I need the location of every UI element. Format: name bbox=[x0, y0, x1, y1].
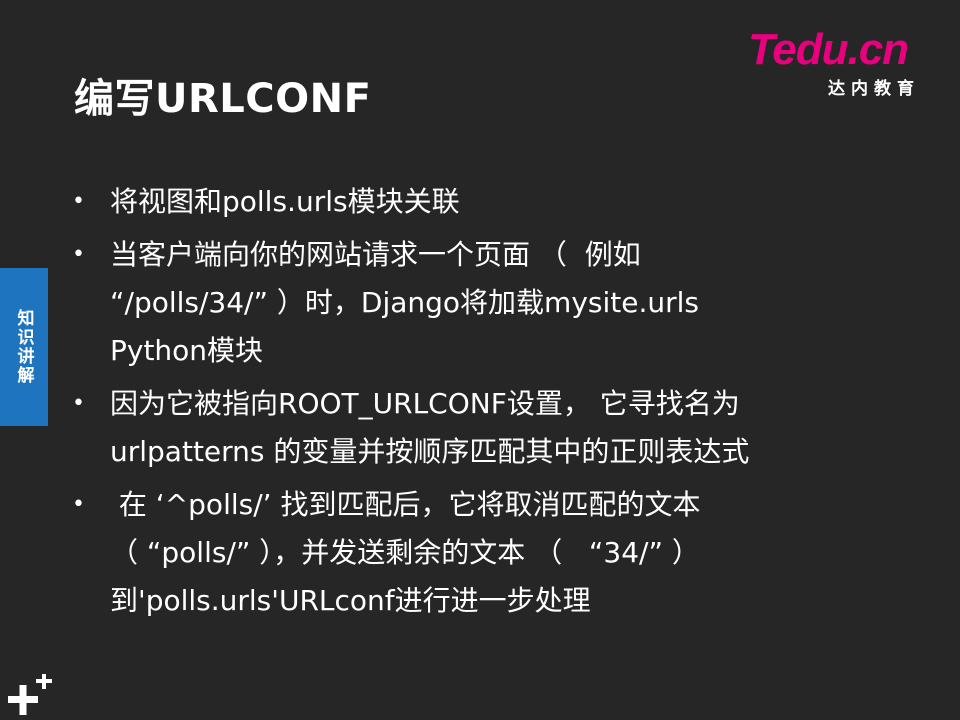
bullet-dot-icon: • bbox=[72, 391, 85, 416]
bullet-item: • 将视图和polls.urls模块关联 bbox=[72, 178, 852, 226]
logo-mark-rest: edu.cn bbox=[772, 25, 909, 74]
bullet-line: 因为它被指向ROOT_URLCONF设置， 它寻找名为 bbox=[110, 387, 740, 420]
logo-subtitle: 达内教育 bbox=[828, 79, 920, 99]
bullet-line: 在 ‘^polls/’ 找到匹配后，它将取消匹配的文本 bbox=[110, 488, 701, 521]
bullet-item: • 当客户端向你的网站请求一个页面 （ 例如 “/polls/34/” ）时，D… bbox=[72, 231, 852, 375]
bullet-line: “/polls/34/” ）时，Django将加载mysite.urls bbox=[110, 286, 699, 319]
side-tab: 知识讲解 bbox=[0, 268, 48, 426]
bullet-line: urlpatterns 的变量并按顺序匹配其中的正则表达式 bbox=[110, 435, 750, 468]
logo-mark-t: T bbox=[748, 25, 773, 74]
bullet-item: • 因为它被指向ROOT_URLCONF设置， 它寻找名为 urlpattern… bbox=[72, 380, 852, 476]
logo-mark: Tedu.cn bbox=[748, 28, 938, 72]
bullet-line: Python模块 bbox=[110, 334, 264, 367]
bullet-dot-icon: • bbox=[72, 189, 85, 214]
bullet-line: 当客户端向你的网站请求一个页面 （ 例如 bbox=[110, 238, 641, 271]
bullet-line: 到'polls.urls'URLconf进行进一步处理 bbox=[110, 584, 591, 617]
tedu-logo: Tedu.cn 达内教育 bbox=[748, 28, 938, 100]
bullet-dot-icon: • bbox=[72, 242, 85, 267]
bullet-line: （ “polls/” ），并发送剩余的文本 （ “34/” ） bbox=[110, 536, 700, 569]
bullet-line: 将视图和polls.urls模块关联 bbox=[110, 185, 460, 218]
slide-title: 编写URLCONF bbox=[74, 76, 372, 122]
side-tab-label: 知识讲解 bbox=[13, 309, 34, 385]
bullet-item: • 在 ‘^polls/’ 找到匹配后，它将取消匹配的文本 （ “polls/”… bbox=[72, 481, 852, 625]
plus-icon bbox=[6, 674, 52, 716]
bullet-dot-icon: • bbox=[72, 492, 85, 517]
bullet-list: • 将视图和polls.urls模块关联 • 当客户端向你的网站请求一个页面 （… bbox=[72, 178, 852, 630]
